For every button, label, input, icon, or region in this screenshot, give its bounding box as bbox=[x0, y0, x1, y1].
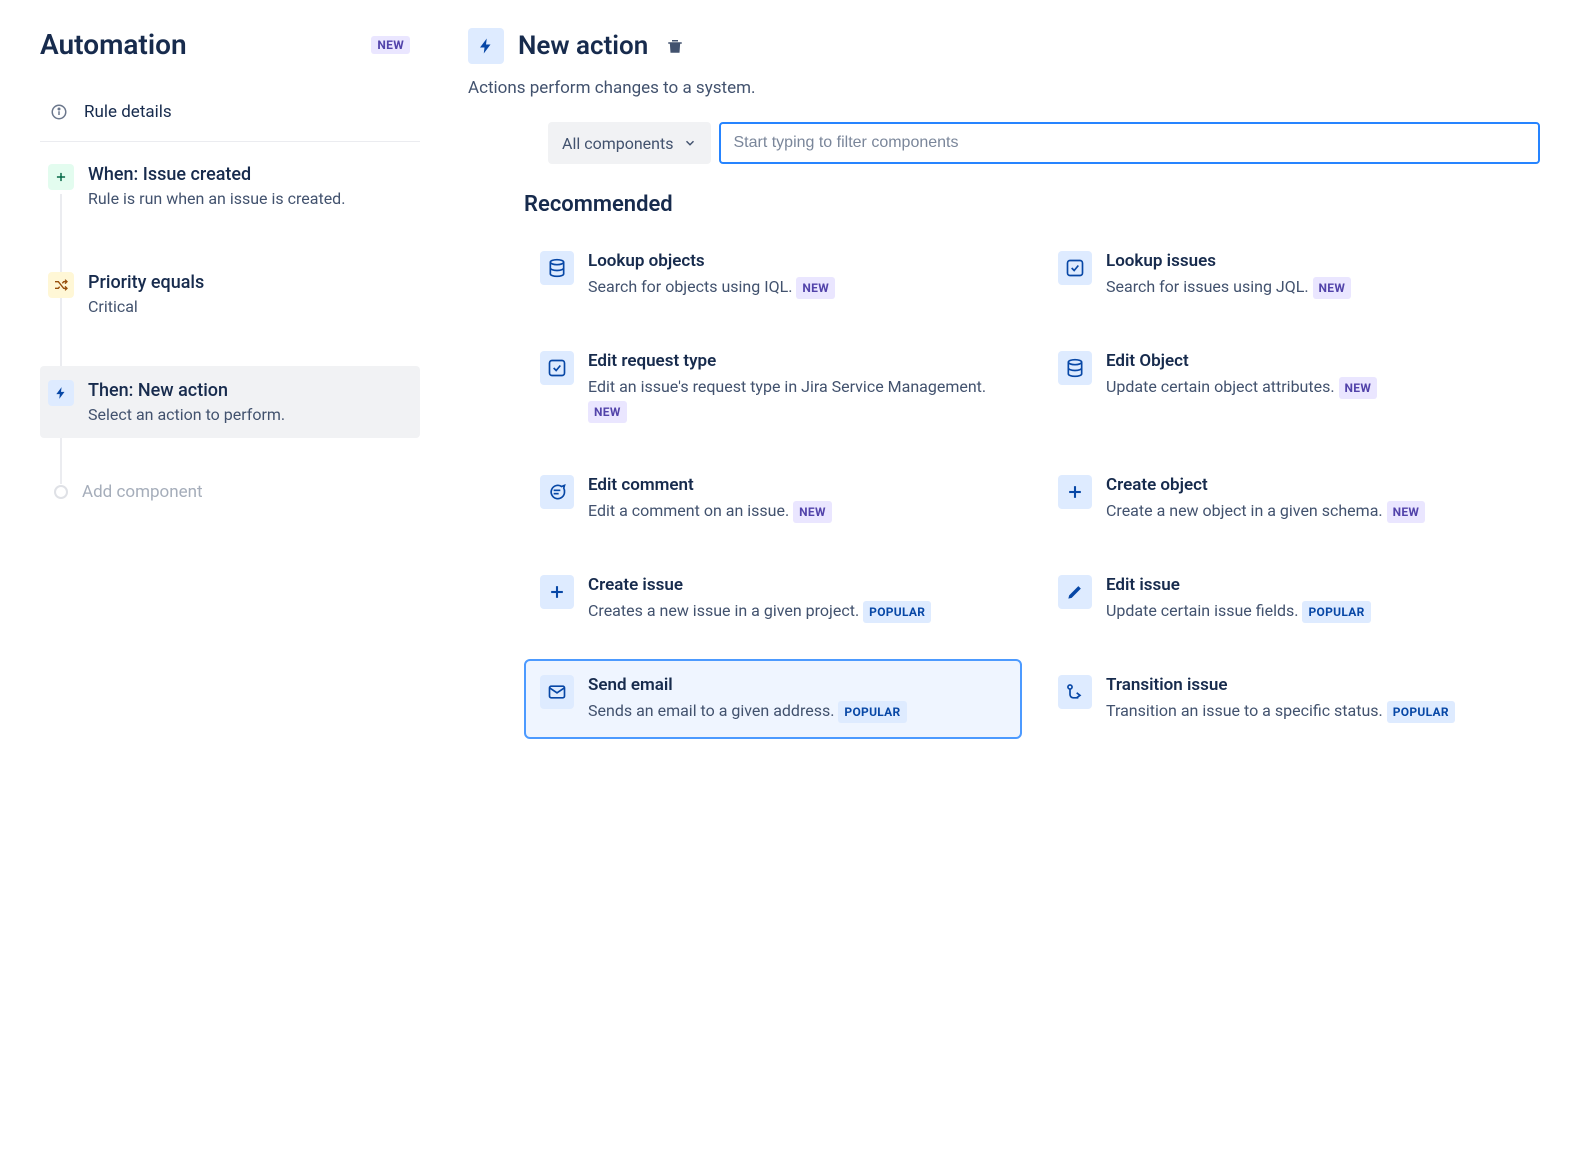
step-condition[interactable]: Priority equals Critical bbox=[40, 258, 420, 330]
action-title: New action bbox=[518, 31, 648, 61]
action-title: Create object bbox=[1106, 475, 1425, 495]
action-desc: Update certain issue fields. POPULAR bbox=[1106, 599, 1371, 623]
checkbox-icon bbox=[1058, 251, 1092, 285]
chevron-down-icon bbox=[683, 136, 697, 150]
mail-icon bbox=[540, 675, 574, 709]
action-desc: Create a new object in a given schema. N… bbox=[1106, 499, 1425, 523]
action-desc: Update certain object attributes. NEW bbox=[1106, 375, 1377, 399]
action-desc: Search for objects using IQL. NEW bbox=[588, 275, 835, 299]
action-title: Edit request type bbox=[588, 351, 1006, 371]
action-card[interactable]: Send email Sends an email to a given addr… bbox=[524, 659, 1022, 739]
step-desc: Critical bbox=[88, 297, 204, 316]
add-component-button[interactable]: Add component bbox=[40, 474, 420, 510]
new-badge: NEW bbox=[371, 36, 410, 54]
new-badge: NEW bbox=[1313, 277, 1352, 299]
step-desc: Select an action to perform. bbox=[88, 405, 285, 424]
plus-icon bbox=[48, 164, 74, 190]
step-title: Then: New action bbox=[88, 380, 285, 401]
add-component-label: Add component bbox=[82, 482, 203, 502]
action-card[interactable]: Lookup objects Search for objects using I… bbox=[524, 235, 1022, 315]
dropdown-label: All components bbox=[562, 134, 673, 153]
section-heading: Recommended bbox=[524, 192, 1540, 217]
step-then[interactable]: Then: New action Select an action to per… bbox=[40, 366, 420, 438]
action-desc: Edit an issue's request type in Jira Ser… bbox=[588, 375, 1006, 423]
action-card[interactable]: Edit request type Edit an issue's request… bbox=[524, 335, 1022, 439]
new-badge: NEW bbox=[588, 401, 627, 423]
database-icon bbox=[540, 251, 574, 285]
plus-icon bbox=[1058, 475, 1092, 509]
step-title: Priority equals bbox=[88, 272, 204, 293]
action-title: Edit Object bbox=[1106, 351, 1377, 371]
action-title: Lookup issues bbox=[1106, 251, 1351, 271]
filter-row: All components bbox=[548, 122, 1540, 164]
action-card[interactable]: Lookup issues Search for issues using JQL… bbox=[1042, 235, 1540, 315]
step-desc: Rule is run when an issue is created. bbox=[88, 189, 345, 208]
filter-input[interactable] bbox=[719, 122, 1540, 164]
new-badge: NEW bbox=[796, 277, 835, 299]
action-grid: Lookup objects Search for objects using I… bbox=[524, 235, 1540, 739]
page-title: Automation bbox=[40, 28, 187, 61]
new-badge: NEW bbox=[1387, 501, 1426, 523]
database-icon bbox=[1058, 351, 1092, 385]
action-card[interactable]: Edit Object Update certain object attribu… bbox=[1042, 335, 1540, 439]
rule-steps: When: Issue created Rule is run when an … bbox=[40, 150, 420, 510]
action-title: Send email bbox=[588, 675, 907, 695]
action-desc: Search for issues using JQL. NEW bbox=[1106, 275, 1351, 299]
checkbox-icon bbox=[540, 351, 574, 385]
new-badge: NEW bbox=[1339, 377, 1378, 399]
info-icon bbox=[48, 101, 70, 123]
popular-badge: POPULAR bbox=[863, 601, 931, 623]
step-when[interactable]: When: Issue created Rule is run when an … bbox=[40, 150, 420, 222]
bolt-icon bbox=[48, 380, 74, 406]
delete-button[interactable] bbox=[662, 33, 688, 59]
step-connector bbox=[60, 194, 62, 484]
popular-badge: POPULAR bbox=[1302, 601, 1370, 623]
bolt-icon bbox=[468, 28, 504, 64]
action-card[interactable]: Transition issue Transition an issue to a… bbox=[1042, 659, 1540, 739]
comment-icon bbox=[540, 475, 574, 509]
new-badge: NEW bbox=[793, 501, 832, 523]
action-card[interactable]: Create object Create a new object in a gi… bbox=[1042, 459, 1540, 539]
action-title: Edit issue bbox=[1106, 575, 1371, 595]
rule-details-link[interactable]: Rule details bbox=[40, 89, 420, 142]
action-title: Create issue bbox=[588, 575, 931, 595]
step-title: When: Issue created bbox=[88, 164, 345, 185]
action-title: Transition issue bbox=[1106, 675, 1455, 695]
action-desc: Transition an issue to a specific status… bbox=[1106, 699, 1455, 723]
rule-details-label: Rule details bbox=[84, 102, 172, 122]
shuffle-icon bbox=[48, 272, 74, 298]
action-card[interactable]: Create issue Creates a new issue in a giv… bbox=[524, 559, 1022, 639]
transition-icon bbox=[1058, 675, 1092, 709]
page-header: Automation NEW bbox=[40, 28, 420, 61]
action-card[interactable]: Edit comment Edit a comment on an issue. … bbox=[524, 459, 1022, 539]
action-card[interactable]: Edit issue Update certain issue fields. P… bbox=[1042, 559, 1540, 639]
popular-badge: POPULAR bbox=[1387, 701, 1455, 723]
action-title: Lookup objects bbox=[588, 251, 835, 271]
components-dropdown[interactable]: All components bbox=[548, 122, 711, 164]
action-title: Edit comment bbox=[588, 475, 832, 495]
action-subtitle: Actions perform changes to a system. bbox=[468, 78, 1540, 98]
empty-dot-icon bbox=[54, 485, 68, 499]
plus-icon bbox=[540, 575, 574, 609]
popular-badge: POPULAR bbox=[838, 701, 906, 723]
pencil-icon bbox=[1058, 575, 1092, 609]
action-desc: Sends an email to a given address. POPUL… bbox=[588, 699, 907, 723]
action-header: New action bbox=[468, 28, 1540, 64]
action-desc: Creates a new issue in a given project. … bbox=[588, 599, 931, 623]
action-desc: Edit a comment on an issue. NEW bbox=[588, 499, 832, 523]
rule-sidebar: Rule details When: Issue created Rule is… bbox=[40, 89, 420, 510]
